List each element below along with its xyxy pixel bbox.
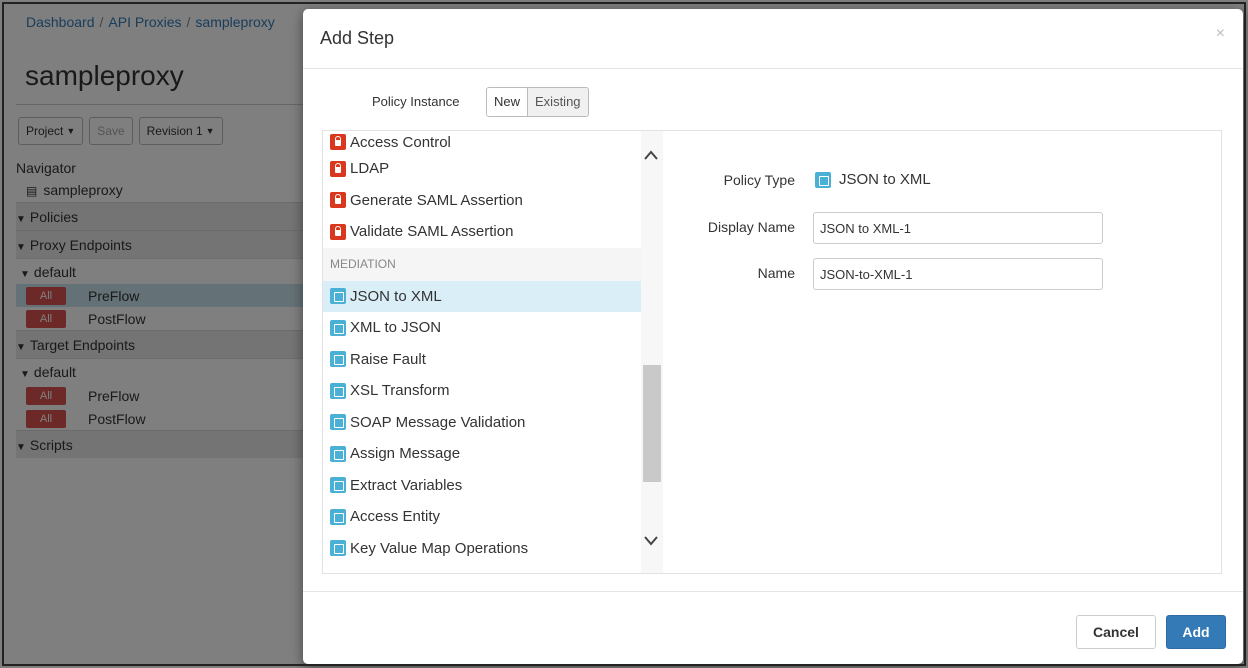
policy-instance-label: Policy Instance <box>372 94 460 109</box>
lock-icon <box>330 192 346 209</box>
display-name-input[interactable] <box>813 212 1103 244</box>
policy-item-access-entity[interactable]: Access Entity <box>323 501 641 533</box>
policy-label: Assign Message <box>350 445 461 463</box>
policy-item-ldap[interactable]: LDAP <box>323 153 641 185</box>
add-step-dialog: Add Step × Policy Instance New Existing … <box>303 9 1243 664</box>
policy-item-json-to-xml[interactable]: JSON to XML <box>323 280 641 312</box>
add-button[interactable]: Add <box>1166 615 1226 649</box>
display-name-label: Display Name <box>707 219 795 235</box>
policy-instance-toggle: New Existing <box>486 87 589 117</box>
policy-label: SOAP Message Validation <box>350 413 526 431</box>
json-to-xml-icon <box>330 288 346 305</box>
policy-type-label: Policy Type <box>723 172 795 188</box>
dialog-title: Add Step <box>320 28 395 48</box>
lock-icon <box>330 160 346 177</box>
new-instance-button[interactable]: New <box>487 88 529 116</box>
policy-label: Raise Fault <box>350 350 426 368</box>
policy-item-xsl-transform[interactable]: XSL Transform <box>323 375 641 407</box>
json-to-xml-icon <box>815 171 831 188</box>
policy-label: Validate SAML Assertion <box>350 223 514 241</box>
existing-instance-button[interactable]: Existing <box>528 88 588 116</box>
lock-icon <box>330 223 346 240</box>
policy-item-key-value-map[interactable]: Key Value Map Operations <box>323 533 641 565</box>
policy-label: XSL Transform <box>350 382 450 400</box>
policy-item-assign-message[interactable]: Assign Message <box>323 438 641 470</box>
close-icon[interactable]: × <box>1216 25 1225 43</box>
scrollbar-thumb[interactable] <box>643 365 661 482</box>
policy-item-extract-variables[interactable]: Extract Variables <box>323 470 641 502</box>
policy-label: Access Control <box>350 133 451 151</box>
policy-label: Extract Variables <box>350 476 463 494</box>
policy-group-header: MEDIATION <box>323 247 641 281</box>
chevron-up-icon[interactable] <box>644 147 658 165</box>
chevron-down-icon[interactable] <box>644 533 658 551</box>
policy-label: XML to JSON <box>350 319 442 337</box>
dialog-header: Add Step × <box>303 9 1243 69</box>
extract-variables-icon <box>330 477 346 494</box>
policy-label: JSON to XML <box>350 287 442 305</box>
policy-panel: Access Control LDAP Generate SAML Assert… <box>322 130 1222 574</box>
policy-detail-form: Policy Type JSON to XML Display Name Nam… <box>665 131 1221 573</box>
policy-item-raise-fault[interactable]: Raise Fault <box>323 344 641 376</box>
name-input[interactable] <box>813 258 1103 290</box>
raise-fault-icon <box>330 351 346 368</box>
policy-label: LDAP <box>350 160 390 178</box>
policy-list-scrollbar[interactable] <box>641 131 663 573</box>
key-value-map-icon <box>330 540 346 557</box>
name-label: Name <box>757 265 795 281</box>
policy-list: Access Control LDAP Generate SAML Assert… <box>323 131 641 573</box>
soap-validation-icon <box>330 414 346 431</box>
policy-type-value: JSON to XML <box>815 171 931 188</box>
policy-item-access-control[interactable]: Access Control <box>323 131 641 153</box>
access-entity-icon <box>330 508 346 525</box>
policy-label: Access Entity <box>350 508 441 526</box>
policy-item-soap-validation[interactable]: SOAP Message Validation <box>323 407 641 439</box>
cancel-button[interactable]: Cancel <box>1076 615 1156 649</box>
assign-message-icon <box>330 445 346 462</box>
lock-icon <box>330 134 346 150</box>
policy-label: Generate SAML Assertion <box>350 191 523 209</box>
dialog-footer: Cancel Add <box>303 591 1243 664</box>
policy-type-text: JSON to XML <box>839 171 931 188</box>
policy-item-validate-saml[interactable]: Validate SAML Assertion <box>323 216 641 248</box>
xml-to-json-icon <box>330 319 346 336</box>
xsl-transform-icon <box>330 382 346 399</box>
policy-item-generate-saml[interactable]: Generate SAML Assertion <box>323 185 641 217</box>
policy-item-xml-to-json[interactable]: XML to JSON <box>323 312 641 344</box>
policy-label: Key Value Map Operations <box>350 539 529 557</box>
